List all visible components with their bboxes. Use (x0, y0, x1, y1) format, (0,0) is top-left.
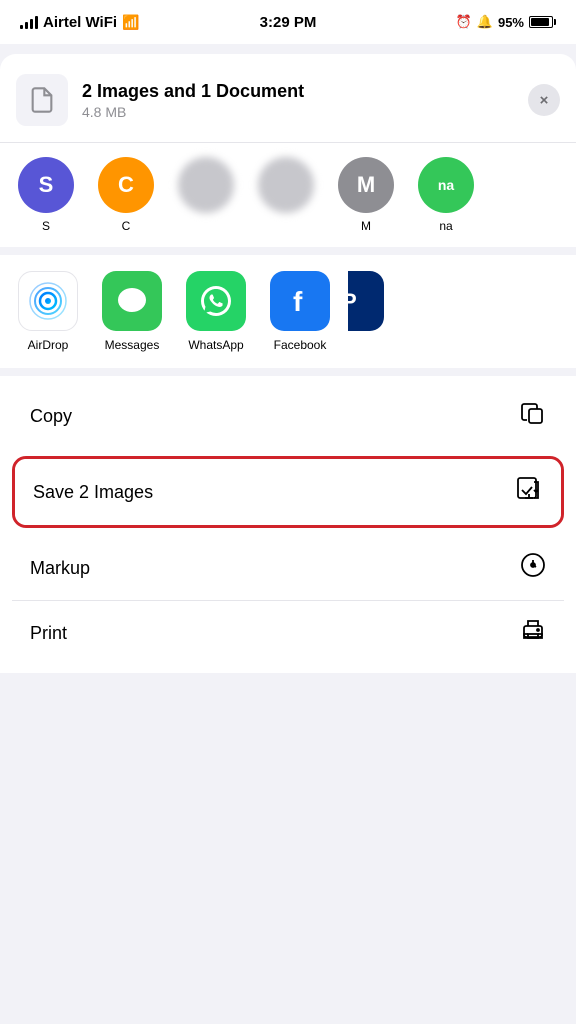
share-header-text: 2 Images and 1 Document 4.8 MB (82, 81, 528, 120)
carrier-label: Airtel WiFi (43, 14, 117, 31)
signal-icon (20, 16, 38, 29)
svg-text:f: f (293, 286, 303, 317)
apps-row: AirDrop Messages WhatsApp (0, 255, 576, 376)
contact-name: M (361, 219, 371, 233)
avatar: na (418, 157, 474, 213)
messages-svg (113, 282, 151, 320)
contacts-row: S S C C M M (0, 143, 576, 255)
contact-avatar: M (338, 157, 394, 213)
contact-avatar: C (98, 157, 154, 213)
app-label-whatsapp: WhatsApp (188, 338, 243, 352)
airdrop-svg (28, 281, 68, 321)
contact-item[interactable]: C C (94, 157, 158, 233)
contact-avatar: na (418, 157, 474, 213)
close-button[interactable]: × (528, 84, 560, 116)
avatar: C (98, 157, 154, 213)
contact-item[interactable] (174, 157, 238, 233)
avatar: M (338, 157, 394, 213)
wifi-icon: 📶 (122, 14, 139, 31)
copy-action[interactable]: Copy (12, 384, 564, 448)
save-images-action[interactable]: Save 2 Images (15, 459, 561, 525)
share-header: 2 Images and 1 Document 4.8 MB × (0, 54, 576, 143)
file-icon (28, 86, 56, 114)
contact-name: na (439, 219, 452, 233)
status-right: ⏰ 🔔 95% (456, 14, 556, 30)
app-label-messages: Messages (105, 338, 160, 352)
paytm-icon: P (348, 271, 384, 331)
app-label-airdrop: AirDrop (28, 338, 69, 352)
contact-item[interactable]: na na (414, 157, 478, 233)
whatsapp-svg (196, 281, 236, 321)
print-action[interactable]: Print (12, 601, 564, 665)
markup-print-section: Markup Print (12, 536, 564, 665)
contact-name: C (122, 219, 131, 233)
save-images-section: Save 2 Images (12, 456, 564, 528)
battery-icon (529, 16, 556, 28)
markup-svg (520, 552, 546, 578)
save-images-label: Save 2 Images (33, 482, 153, 503)
app-item-facebook[interactable]: f Facebook (264, 271, 336, 352)
copy-section: Copy (12, 384, 564, 448)
facebook-svg: f (280, 281, 320, 321)
print-svg (520, 617, 546, 643)
avatar (178, 157, 234, 213)
copy-label: Copy (30, 406, 72, 427)
avatar (258, 157, 314, 213)
document-icon (16, 74, 68, 126)
contact-item[interactable]: S S (14, 157, 78, 233)
save-svg (515, 475, 543, 503)
contact-item[interactable]: M M (334, 157, 398, 233)
airdrop-icon (18, 271, 78, 331)
share-sheet: 2 Images and 1 Document 4.8 MB × S S C C (0, 54, 576, 673)
facebook-icon: f (270, 271, 330, 331)
share-subtitle: 4.8 MB (82, 104, 528, 120)
copy-svg (520, 400, 546, 426)
status-left: Airtel WiFi 📶 (20, 14, 139, 31)
share-title: 2 Images and 1 Document (82, 81, 528, 102)
contact-avatar (178, 157, 234, 213)
avatar: S (18, 157, 74, 213)
whatsapp-icon (186, 271, 246, 331)
app-item-paytm[interactable]: P (348, 271, 384, 352)
svg-text:P: P (348, 289, 357, 314)
app-label-facebook: Facebook (274, 338, 327, 352)
contact-item[interactable] (254, 157, 318, 233)
messages-icon (102, 271, 162, 331)
save-images-icon (515, 475, 543, 509)
status-time: 3:29 PM (260, 14, 317, 31)
markup-label: Markup (30, 558, 90, 579)
contact-name: S (42, 219, 50, 233)
alarm-icon: 🔔 (477, 14, 493, 30)
markup-action[interactable]: Markup (12, 536, 564, 601)
app-item-airdrop[interactable]: AirDrop (12, 271, 84, 352)
print-icon (520, 617, 546, 649)
paytm-svg: P (348, 281, 374, 321)
battery-label: 95% (498, 15, 524, 30)
print-label: Print (30, 623, 67, 644)
clock-icon: ⏰ (456, 14, 472, 30)
contact-avatar (258, 157, 314, 213)
status-bar: Airtel WiFi 📶 3:29 PM ⏰ 🔔 95% (0, 0, 576, 44)
markup-icon (520, 552, 546, 584)
copy-icon (520, 400, 546, 432)
contact-avatar: S (18, 157, 74, 213)
app-item-whatsapp[interactable]: WhatsApp (180, 271, 252, 352)
app-item-messages[interactable]: Messages (96, 271, 168, 352)
